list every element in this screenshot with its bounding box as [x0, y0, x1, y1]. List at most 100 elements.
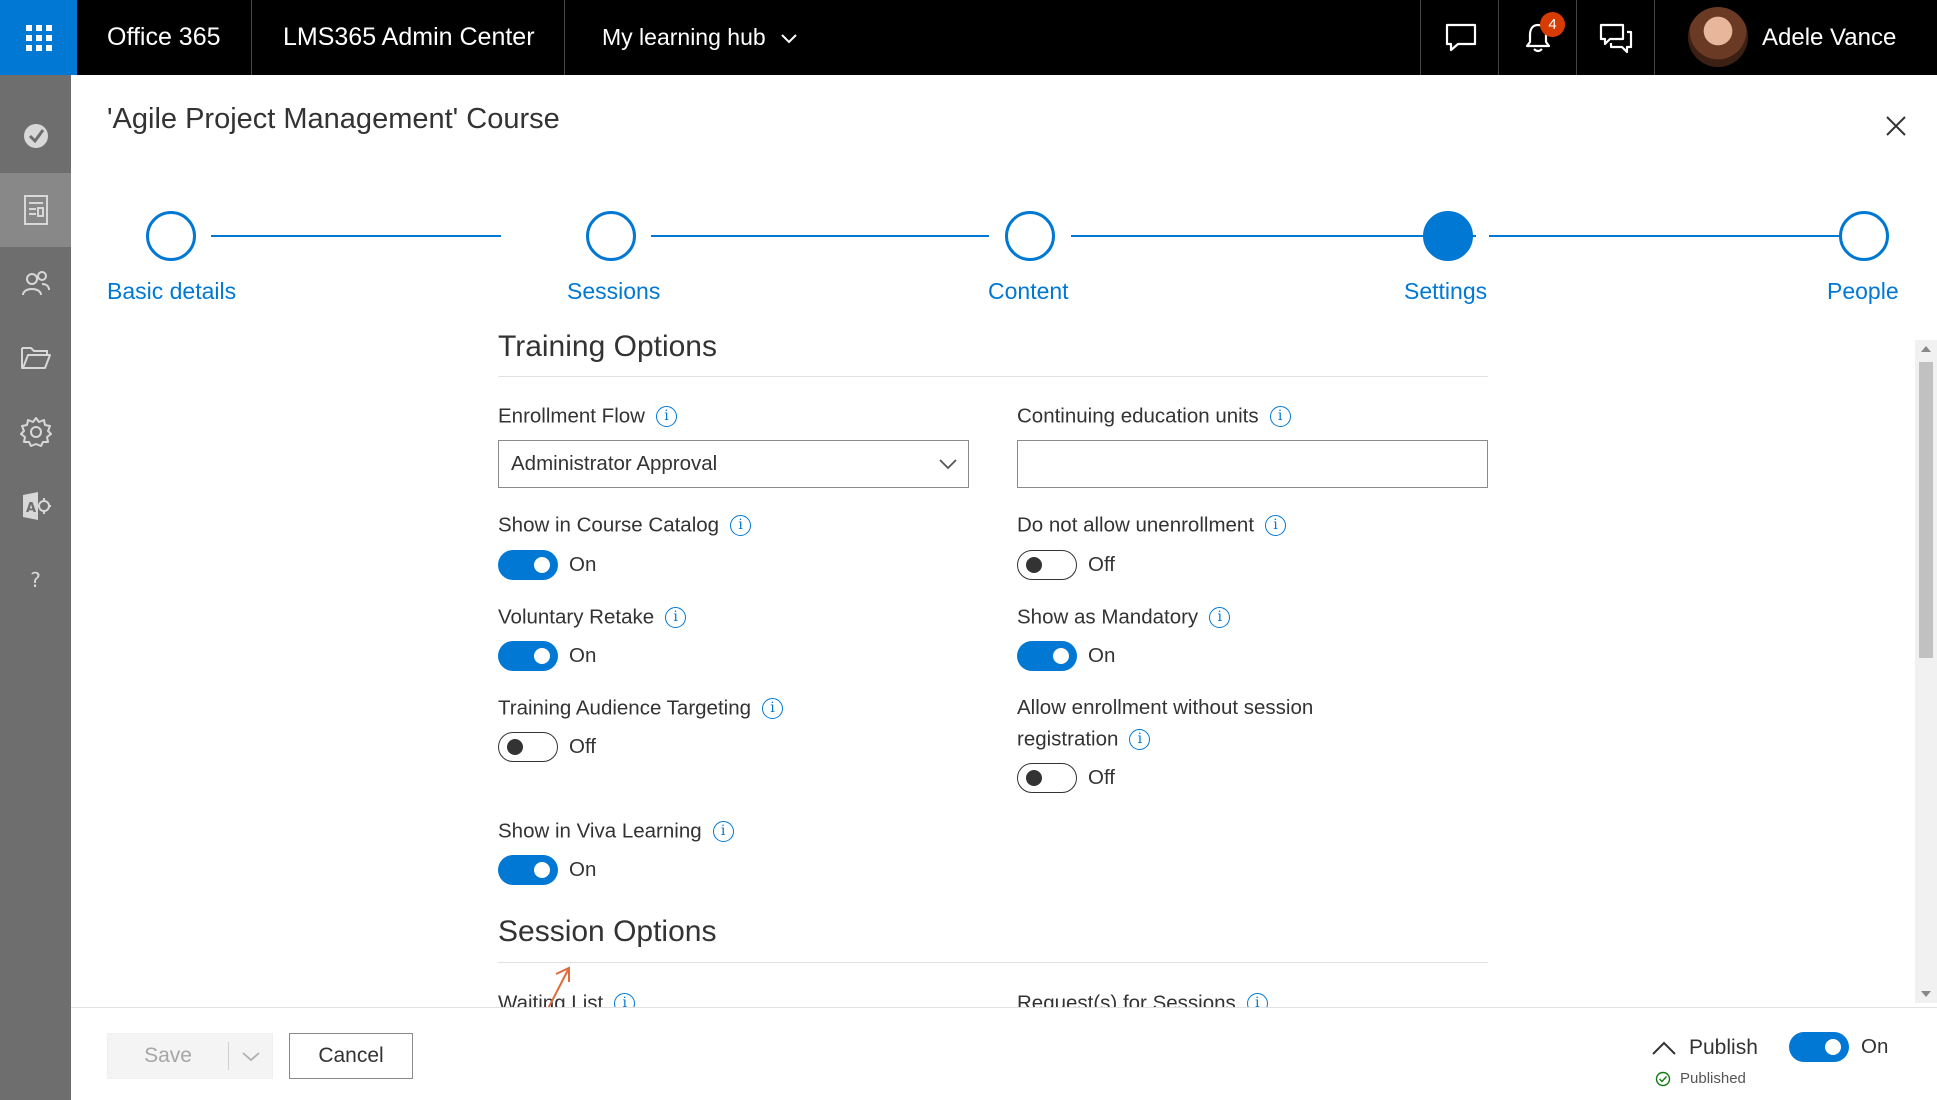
audience-targeting-state: Off [569, 735, 596, 758]
chat-icon [1445, 23, 1476, 51]
chevron-down-icon[interactable] [240, 1046, 262, 1066]
publish-control[interactable]: Publish [1651, 1032, 1758, 1064]
divider [228, 1042, 229, 1070]
audience-targeting-toggle[interactable] [498, 732, 558, 762]
course-catalog-icon [23, 195, 48, 225]
ceu-input[interactable] [1017, 440, 1488, 488]
step-basic-details[interactable]: Basic details [107, 278, 236, 305]
app-name[interactable]: Office 365 [107, 0, 221, 75]
nav-assessments[interactable]: A [0, 469, 71, 543]
info-icon[interactable]: i [665, 607, 687, 629]
voluntary-retake-toggle[interactable] [498, 641, 558, 671]
save-button[interactable]: Save [107, 1033, 273, 1079]
viva-learning-state: On [569, 858, 597, 881]
step-content[interactable]: Content [988, 278, 1069, 305]
hub-menu-label: My learning hub [602, 24, 766, 50]
published-status-text: Published [1680, 1070, 1746, 1087]
divider [1420, 0, 1421, 75]
scrollbar[interactable] [1915, 340, 1937, 1003]
enroll-without-session-label-line1: Allow enrollment without session [1017, 696, 1314, 719]
save-label: Save [144, 1044, 192, 1067]
enroll-without-session-state: Off [1088, 766, 1115, 789]
viva-learning-label: Show in Viva Learning i [498, 816, 734, 847]
admin-center-link[interactable]: LMS365 Admin Center [283, 0, 535, 75]
close-button[interactable] [1881, 111, 1911, 141]
show-as-mandatory-label: Show as Mandatory i [1017, 602, 1231, 633]
no-unenrollment-toggle[interactable] [1017, 550, 1077, 580]
enroll-without-session-toggle[interactable] [1017, 763, 1077, 793]
page-title: 'Agile Project Management' Course [107, 103, 560, 135]
divider [498, 962, 1488, 963]
enrollment-flow-label: Enrollment Flow i [498, 401, 677, 432]
avatar[interactable] [1688, 7, 1748, 67]
info-icon[interactable]: i [1265, 515, 1287, 537]
step-sessions[interactable]: Sessions [567, 278, 660, 305]
gear-icon [19, 417, 52, 447]
info-icon[interactable]: i [614, 993, 636, 1008]
enrollment-flow-select[interactable]: Administrator Approval [498, 440, 969, 488]
ceu-label: Continuing education units i [1017, 401, 1291, 432]
top-bar: Office 365 LMS365 Admin Center My learni… [0, 0, 1937, 75]
user-name[interactable]: Adele Vance [1762, 0, 1896, 75]
feedback-button[interactable] [1578, 0, 1653, 75]
nav-users[interactable] [0, 247, 71, 321]
app-launcher-button[interactable] [0, 0, 77, 75]
nav-settings[interactable] [0, 395, 71, 469]
step-sessions-marker[interactable] [586, 211, 636, 261]
requests-for-sessions-label: Request(s) for Sessions i [1017, 988, 1268, 1008]
chevron-down-icon [939, 459, 957, 470]
divider [564, 0, 565, 75]
info-icon[interactable]: i [1269, 406, 1291, 428]
publish-toggle[interactable] [1789, 1032, 1849, 1062]
nav-files[interactable] [0, 321, 71, 395]
close-icon [1886, 116, 1906, 136]
step-settings[interactable]: Settings [1404, 278, 1487, 305]
voluntary-retake-state: On [569, 644, 597, 667]
hub-menu[interactable]: My learning hub [602, 0, 798, 75]
scroll-down-arrow[interactable] [1921, 991, 1931, 997]
info-icon[interactable]: i [730, 515, 752, 537]
notifications-button[interactable]: 4 [1500, 0, 1575, 75]
step-connector [651, 235, 989, 237]
info-icon[interactable]: i [712, 821, 734, 843]
step-content-marker[interactable] [1005, 211, 1055, 261]
step-connector [211, 235, 501, 237]
waffle-icon [25, 24, 52, 51]
enrollment-flow-value: Administrator Approval [511, 452, 718, 475]
step-people[interactable]: People [1827, 278, 1899, 305]
step-people-marker[interactable] [1839, 211, 1889, 261]
divider [498, 376, 1488, 377]
nav-dashboard[interactable] [0, 99, 71, 173]
info-icon[interactable]: i [1209, 607, 1231, 629]
scroll-up-arrow[interactable] [1921, 346, 1931, 352]
scrollbar-thumb[interactable] [1919, 362, 1933, 658]
step-settings-marker[interactable] [1423, 211, 1473, 261]
users-icon [21, 271, 50, 296]
feedback-icon [1599, 23, 1632, 53]
cancel-button[interactable]: Cancel [289, 1033, 413, 1079]
info-icon[interactable]: i [762, 698, 784, 720]
folder-icon [20, 347, 51, 369]
help-icon: ? [30, 568, 41, 592]
info-icon[interactable]: i [1246, 993, 1268, 1008]
step-basic-details-marker[interactable] [146, 211, 196, 261]
dashboard-icon [23, 124, 48, 148]
left-nav: A ? [0, 75, 71, 1100]
nav-help[interactable]: ? [0, 543, 71, 617]
svg-text:A: A [26, 501, 36, 516]
info-icon[interactable]: i [655, 406, 677, 428]
nav-courses[interactable] [0, 173, 71, 247]
divider [1498, 0, 1499, 75]
no-unenrollment-label: Do not allow unenrollment i [1017, 510, 1287, 541]
viva-learning-toggle[interactable] [498, 855, 558, 885]
notification-count-badge: 4 [1540, 12, 1565, 37]
show-as-mandatory-state: On [1088, 644, 1116, 667]
footer-bar: Save Cancel Publish On Published [71, 1007, 1937, 1100]
course-edit-panel: 'Agile Project Management' Course Basic … [71, 75, 1937, 1100]
show-in-catalog-toggle[interactable] [498, 550, 558, 580]
chat-button[interactable] [1423, 0, 1498, 75]
show-as-mandatory-toggle[interactable] [1017, 641, 1077, 671]
divider [1654, 0, 1655, 75]
voluntary-retake-label: Voluntary Retake i [498, 602, 687, 633]
info-icon[interactable]: i [1129, 729, 1151, 751]
